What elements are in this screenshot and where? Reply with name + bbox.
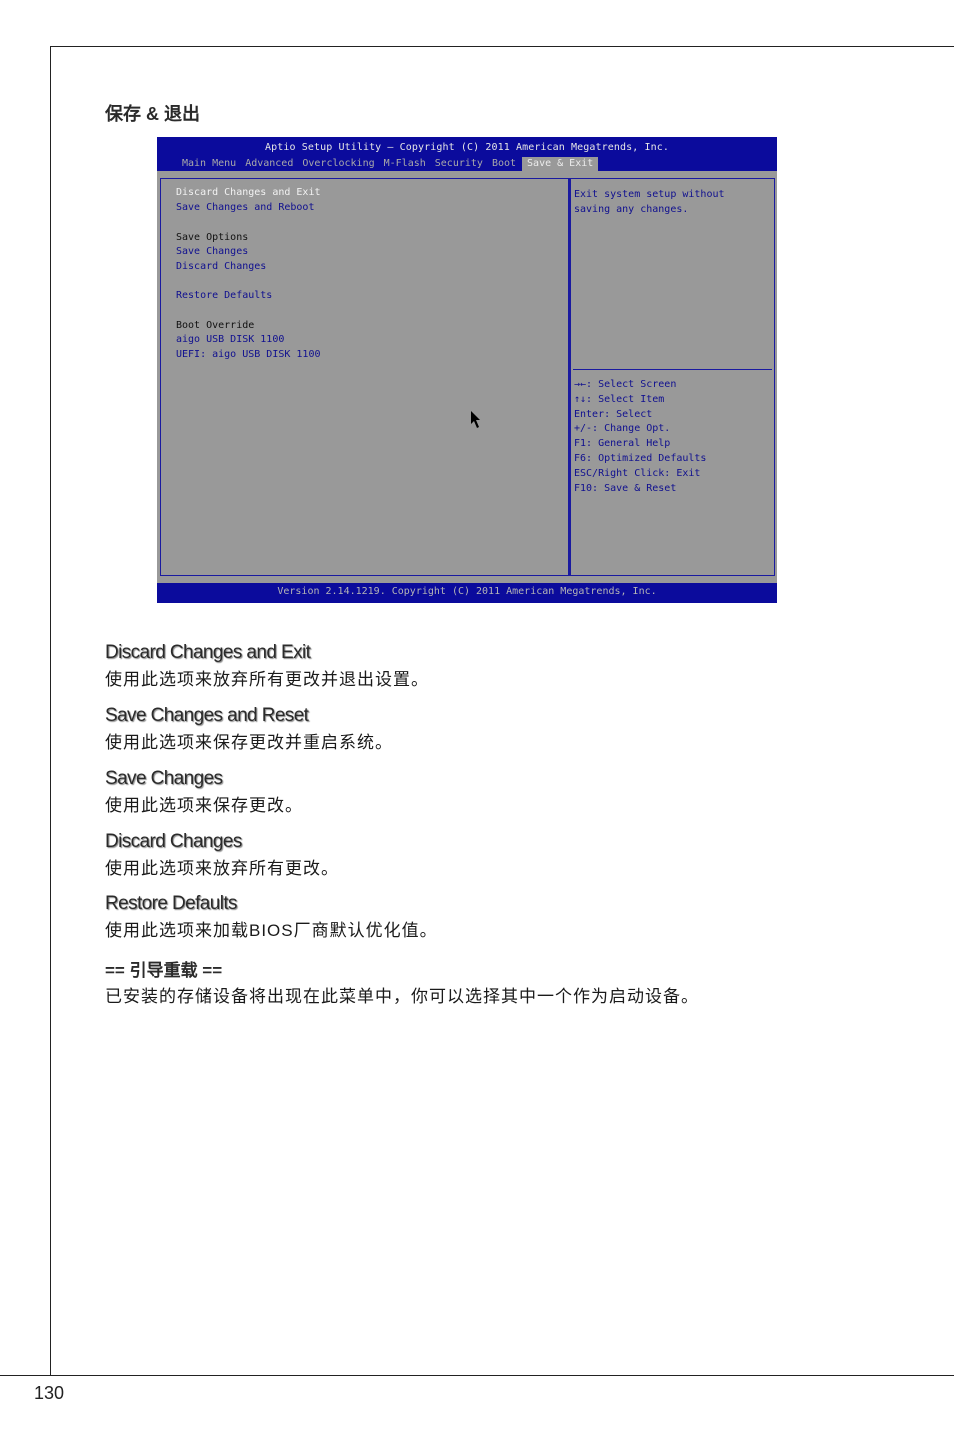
menu-heading-save-options: Save Options	[176, 232, 249, 243]
key-help-list: →←: Select Screen ↑↓: Select Item Enter:…	[574, 378, 706, 496]
bios-menu-panel: Discard Changes and Exit Save Changes an…	[160, 178, 569, 576]
description-body: 已安装的存储设备将出现在此菜单中，你可以选择其中一个作为启动设备。	[105, 987, 699, 1006]
bios-screenshot: Aptio Setup Utility – Copyright (C) 2011…	[157, 137, 777, 603]
description-title: Restore Defaults	[105, 893, 238, 914]
description-title: == 引导重载 ==	[105, 961, 223, 980]
menu-item-save-changes[interactable]: Save Changes	[176, 245, 248, 259]
key-help-enter: Enter: Select	[574, 408, 653, 420]
description-body: 使用此选项来放弃所有更改。	[105, 859, 339, 878]
page-frame-left-rule	[50, 46, 51, 1375]
menu-item-save-changes-and-reboot[interactable]: Save Changes and Reboot	[176, 201, 314, 215]
description-body: 使用此选项来保存更改并重启系统。	[105, 733, 393, 752]
menu-item-discard-changes-and-exit[interactable]: Discard Changes and Exit	[176, 186, 321, 200]
key-help-save-reset: F10: Save & Reset	[574, 482, 677, 494]
key-help-optimized-defaults: F6: Optimized Defaults	[574, 452, 707, 464]
menu-item-boot-device-uefi[interactable]: UEFI: aigo USB DISK 1100	[176, 348, 321, 362]
description-restore-defaults: Restore Defaults 使用此选项来加载BIOS厂商默认优化值。	[105, 893, 438, 941]
description-save-changes-and-reset: Save Changes and Reset 使用此选项来保存更改并重启系统。	[105, 705, 393, 753]
bios-footer: Version 2.14.1219. Copyright (C) 2011 Am…	[157, 583, 777, 603]
description-body: 使用此选项来放弃所有更改并退出设置。	[105, 670, 429, 689]
section-title: 保存 & 退出	[105, 104, 201, 124]
bios-tab-save-exit[interactable]: Save & Exit	[522, 157, 599, 171]
bios-version-text: Version 2.14.1219. Copyright (C) 2011 Am…	[277, 586, 657, 597]
item-help-text: Exit system setup without saving any cha…	[574, 189, 725, 215]
key-help-general-help: F1: General Help	[574, 438, 671, 450]
description-body: 使用此选项来加载BIOS厂商默认优化值。	[105, 921, 438, 940]
description-save-changes: Save Changes 使用此选项来保存更改。	[105, 768, 303, 816]
bios-tab-overclocking[interactable]: Overclocking	[299, 157, 377, 171]
bios-tab-bar: Main Menu Advanced Overclocking M-Flash …	[179, 157, 601, 171]
menu-item-restore-defaults[interactable]: Restore Defaults	[176, 289, 272, 303]
menu-item-discard-changes[interactable]: Discard Changes	[176, 260, 266, 274]
bios-tab-m-flash[interactable]: M-Flash	[381, 157, 429, 171]
page-frame-bottom-rule	[0, 1375, 954, 1376]
description-title: Discard Changes and Exit	[105, 642, 311, 663]
description-title: Save Changes and Reset	[105, 705, 309, 726]
menu-item-boot-device[interactable]: aigo USB DISK 1100	[176, 333, 284, 347]
bios-tab-advanced[interactable]: Advanced	[242, 157, 296, 171]
key-help-change-opt: +/-: Change Opt.	[574, 423, 671, 435]
page-number: 130	[34, 1383, 65, 1403]
description-title: Save Changes	[105, 768, 223, 789]
bios-title: Aptio Setup Utility – Copyright (C) 2011…	[265, 142, 669, 153]
description-discard-changes: Discard Changes 使用此选项来放弃所有更改。	[105, 831, 339, 879]
page-frame-top-rule	[50, 46, 954, 47]
key-help-select-screen: →←: Select Screen	[574, 379, 677, 390]
bios-help-panel: Exit system setup without saving any cha…	[569, 178, 775, 576]
key-help-exit: ESC/Right Click: Exit	[574, 467, 701, 479]
description-body: 使用此选项来保存更改。	[105, 796, 303, 815]
bios-tab-boot[interactable]: Boot	[489, 157, 519, 171]
description-discard-changes-and-exit: Discard Changes and Exit 使用此选项来放弃所有更改并退出…	[105, 642, 429, 690]
menu-heading-boot-override: Boot Override	[176, 320, 255, 331]
bios-header: Aptio Setup Utility – Copyright (C) 2011…	[157, 137, 777, 171]
description-title: Discard Changes	[105, 831, 242, 852]
description-boot-override: == 引导重载 == 已安装的存储设备将出现在此菜单中，你可以选择其中一个作为启…	[105, 956, 699, 1007]
bios-tab-security[interactable]: Security	[432, 157, 486, 171]
help-panel-divider	[573, 369, 772, 370]
key-help-select-item: ↑↓: Select Item	[574, 393, 665, 405]
bios-tab-main-menu[interactable]: Main Menu	[179, 157, 239, 171]
